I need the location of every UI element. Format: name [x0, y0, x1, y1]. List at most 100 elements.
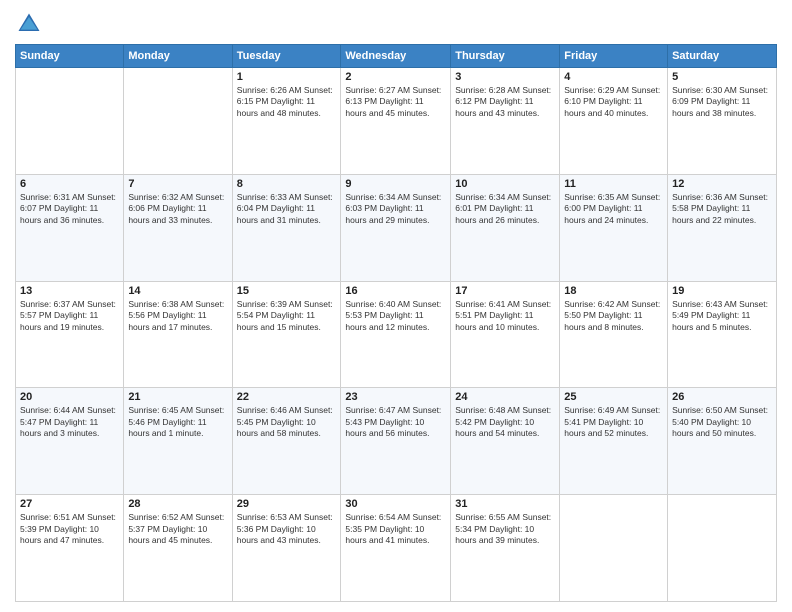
cell-content: Sunrise: 6:30 AM Sunset: 6:09 PM Dayligh…: [672, 85, 772, 119]
logo-icon: [15, 10, 43, 38]
day-number: 12: [672, 178, 772, 190]
calendar-cell: 30Sunrise: 6:54 AM Sunset: 5:35 PM Dayli…: [341, 495, 451, 602]
cell-content: Sunrise: 6:29 AM Sunset: 6:10 PM Dayligh…: [564, 85, 663, 119]
day-number: 5: [672, 71, 772, 83]
calendar-week-3: 13 Sunrise: 6:37 AM Sunset: 5:57 PM Dayli…: [16, 281, 777, 388]
cell-content: Sunrise: 6:46 AM Sunset: 5:45 PM Dayligh…: [237, 405, 337, 439]
calendar-cell: 16 Sunrise: 6:40 AM Sunset: 5:53 PM Dayli…: [341, 281, 451, 388]
day-number: 24: [455, 391, 555, 403]
calendar-week-1: 1 Sunrise: 6:26 AM Sunset: 6:15 PM Daylig…: [16, 68, 777, 175]
calendar-header-monday: Monday: [124, 45, 232, 68]
day-number: 18: [564, 285, 663, 297]
calendar-table: SundayMondayTuesdayWednesdayThursdayFrid…: [15, 44, 777, 602]
calendar-header-row: SundayMondayTuesdayWednesdayThursdayFrid…: [16, 45, 777, 68]
day-number: 1: [237, 71, 337, 83]
day-number: 9: [345, 178, 446, 190]
calendar-header-wednesday: Wednesday: [341, 45, 451, 68]
cell-content: Sunrise: 6:28 AM Sunset: 6:12 PM Dayligh…: [455, 85, 555, 119]
day-number: 20: [20, 391, 119, 403]
calendar-cell: 22 Sunrise: 6:46 AM Sunset: 5:45 PM Dayli…: [232, 388, 341, 495]
calendar-cell: 26 Sunrise: 6:50 AM Sunset: 5:40 PM Dayli…: [668, 388, 777, 495]
day-number: 26: [672, 391, 772, 403]
cell-content: Sunrise: 6:34 AM Sunset: 6:01 PM Dayligh…: [455, 192, 555, 226]
day-number: 14: [128, 285, 227, 297]
calendar-cell: 14 Sunrise: 6:38 AM Sunset: 5:56 PM Dayli…: [124, 281, 232, 388]
cell-content: Sunrise: 6:47 AM Sunset: 5:43 PM Dayligh…: [345, 405, 446, 439]
day-number: 2: [345, 71, 446, 83]
calendar-header-sunday: Sunday: [16, 45, 124, 68]
cell-content: Sunrise: 6:54 AM Sunset: 5:35 PM Dayligh…: [345, 512, 446, 546]
calendar-header-tuesday: Tuesday: [232, 45, 341, 68]
day-number: 8: [237, 178, 337, 190]
day-number: 13: [20, 285, 119, 297]
cell-content: Sunrise: 6:50 AM Sunset: 5:40 PM Dayligh…: [672, 405, 772, 439]
calendar-cell: 15 Sunrise: 6:39 AM Sunset: 5:54 PM Dayli…: [232, 281, 341, 388]
cell-content: Sunrise: 6:26 AM Sunset: 6:15 PM Dayligh…: [237, 85, 337, 119]
cell-content: Sunrise: 6:36 AM Sunset: 5:58 PM Dayligh…: [672, 192, 772, 226]
cell-content: Sunrise: 6:53 AM Sunset: 5:36 PM Dayligh…: [237, 512, 337, 546]
calendar-cell: [560, 495, 668, 602]
calendar-cell: [668, 495, 777, 602]
calendar-cell: 31 Sunrise: 6:55 AM Sunset: 5:34 PM Dayli…: [451, 495, 560, 602]
calendar-cell: 28 Sunrise: 6:52 AM Sunset: 5:37 PM Dayli…: [124, 495, 232, 602]
calendar-cell: 29 Sunrise: 6:53 AM Sunset: 5:36 PM Dayli…: [232, 495, 341, 602]
calendar-cell: 23 Sunrise: 6:47 AM Sunset: 5:43 PM Dayli…: [341, 388, 451, 495]
calendar-cell: 2 Sunrise: 6:27 AM Sunset: 6:13 PM Daylig…: [341, 68, 451, 175]
day-number: 29: [237, 498, 337, 510]
cell-content: Sunrise: 6:52 AM Sunset: 5:37 PM Dayligh…: [128, 512, 227, 546]
calendar-cell: 27 Sunrise: 6:51 AM Sunset: 5:39 PM Dayli…: [16, 495, 124, 602]
cell-content: Sunrise: 6:45 AM Sunset: 5:46 PM Dayligh…: [128, 405, 227, 439]
cell-content: Sunrise: 6:42 AM Sunset: 5:50 PM Dayligh…: [564, 299, 663, 333]
day-number: 19: [672, 285, 772, 297]
logo: [15, 10, 47, 38]
cell-content: Sunrise: 6:37 AM Sunset: 5:57 PM Dayligh…: [20, 299, 119, 333]
cell-content: Sunrise: 6:35 AM Sunset: 6:00 PM Dayligh…: [564, 192, 663, 226]
calendar-week-4: 20 Sunrise: 6:44 AM Sunset: 5:47 PM Dayli…: [16, 388, 777, 495]
calendar-cell: [124, 68, 232, 175]
calendar-cell: 7Sunrise: 6:32 AM Sunset: 6:06 PM Daylig…: [124, 174, 232, 281]
day-number: 15: [237, 285, 337, 297]
cell-content: Sunrise: 6:27 AM Sunset: 6:13 PM Dayligh…: [345, 85, 446, 119]
calendar-cell: 20 Sunrise: 6:44 AM Sunset: 5:47 PM Dayli…: [16, 388, 124, 495]
day-number: 25: [564, 391, 663, 403]
day-number: 22: [237, 391, 337, 403]
calendar-cell: 8 Sunrise: 6:33 AM Sunset: 6:04 PM Daylig…: [232, 174, 341, 281]
day-number: 11: [564, 178, 663, 190]
cell-content: Sunrise: 6:49 AM Sunset: 5:41 PM Dayligh…: [564, 405, 663, 439]
calendar-cell: 6Sunrise: 6:31 AM Sunset: 6:07 PM Daylig…: [16, 174, 124, 281]
calendar-header-thursday: Thursday: [451, 45, 560, 68]
calendar-header-saturday: Saturday: [668, 45, 777, 68]
day-number: 10: [455, 178, 555, 190]
calendar-week-5: 27 Sunrise: 6:51 AM Sunset: 5:39 PM Dayli…: [16, 495, 777, 602]
calendar-cell: 18 Sunrise: 6:42 AM Sunset: 5:50 PM Dayli…: [560, 281, 668, 388]
cell-content: Sunrise: 6:44 AM Sunset: 5:47 PM Dayligh…: [20, 405, 119, 439]
calendar-cell: 25 Sunrise: 6:49 AM Sunset: 5:41 PM Dayli…: [560, 388, 668, 495]
calendar-cell: 12 Sunrise: 6:36 AM Sunset: 5:58 PM Dayli…: [668, 174, 777, 281]
calendar-cell: 9 Sunrise: 6:34 AM Sunset: 6:03 PM Daylig…: [341, 174, 451, 281]
day-number: 31: [455, 498, 555, 510]
calendar-cell: 4Sunrise: 6:29 AM Sunset: 6:10 PM Daylig…: [560, 68, 668, 175]
cell-content: Sunrise: 6:39 AM Sunset: 5:54 PM Dayligh…: [237, 299, 337, 333]
page: SundayMondayTuesdayWednesdayThursdayFrid…: [0, 0, 792, 612]
day-number: 28: [128, 498, 227, 510]
cell-content: Sunrise: 6:38 AM Sunset: 5:56 PM Dayligh…: [128, 299, 227, 333]
cell-content: Sunrise: 6:51 AM Sunset: 5:39 PM Dayligh…: [20, 512, 119, 546]
calendar-cell: [16, 68, 124, 175]
cell-content: Sunrise: 6:48 AM Sunset: 5:42 PM Dayligh…: [455, 405, 555, 439]
day-number: 6: [20, 178, 119, 190]
day-number: 27: [20, 498, 119, 510]
cell-content: Sunrise: 6:32 AM Sunset: 6:06 PM Dayligh…: [128, 192, 227, 226]
calendar-cell: 24 Sunrise: 6:48 AM Sunset: 5:42 PM Dayli…: [451, 388, 560, 495]
calendar-cell: 5 Sunrise: 6:30 AM Sunset: 6:09 PM Daylig…: [668, 68, 777, 175]
cell-content: Sunrise: 6:41 AM Sunset: 5:51 PM Dayligh…: [455, 299, 555, 333]
cell-content: Sunrise: 6:33 AM Sunset: 6:04 PM Dayligh…: [237, 192, 337, 226]
header: [15, 10, 777, 38]
day-number: 23: [345, 391, 446, 403]
day-number: 21: [128, 391, 227, 403]
day-number: 16: [345, 285, 446, 297]
cell-content: Sunrise: 6:40 AM Sunset: 5:53 PM Dayligh…: [345, 299, 446, 333]
cell-content: Sunrise: 6:34 AM Sunset: 6:03 PM Dayligh…: [345, 192, 446, 226]
cell-content: Sunrise: 6:43 AM Sunset: 5:49 PM Dayligh…: [672, 299, 772, 333]
cell-content: Sunrise: 6:55 AM Sunset: 5:34 PM Dayligh…: [455, 512, 555, 546]
calendar-week-2: 6Sunrise: 6:31 AM Sunset: 6:07 PM Daylig…: [16, 174, 777, 281]
